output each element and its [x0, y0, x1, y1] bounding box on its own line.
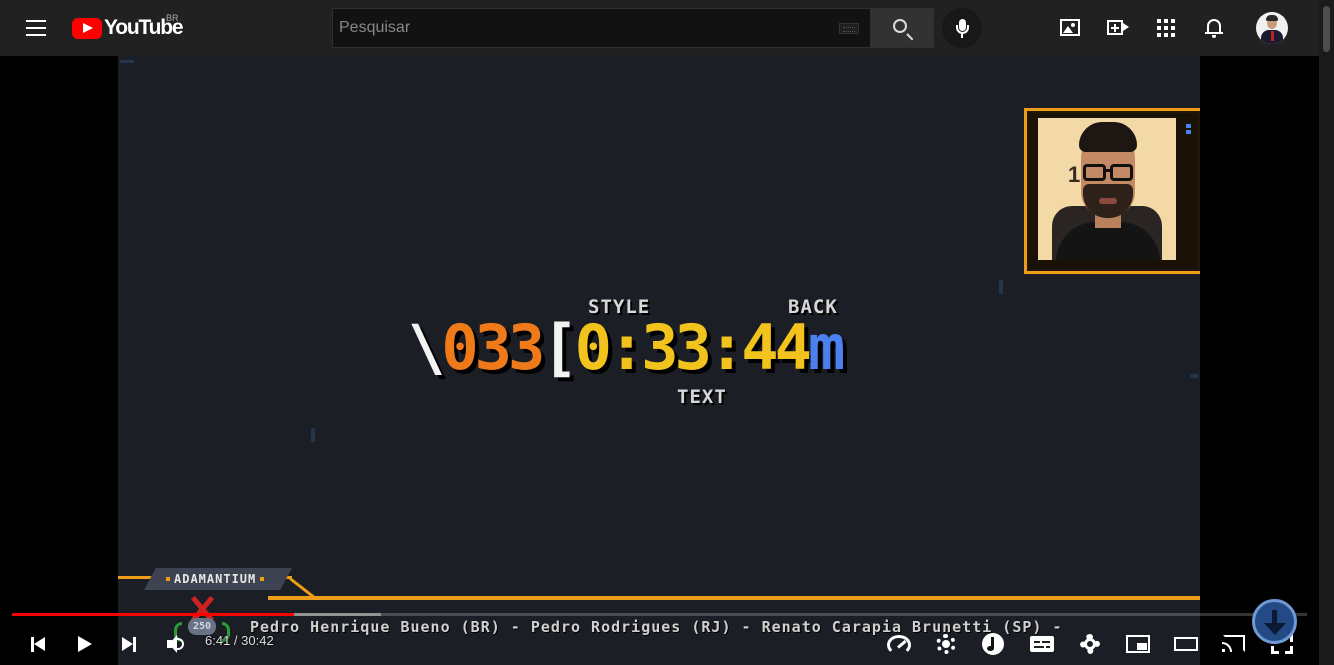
hud-glyph — [311, 428, 315, 442]
menu-icon[interactable] — [16, 16, 56, 40]
apps-icon[interactable] — [1154, 16, 1178, 40]
search-input[interactable] — [333, 9, 823, 47]
mic-icon-stem — [961, 34, 963, 38]
next-button[interactable] — [112, 628, 144, 660]
next-icon — [122, 637, 133, 651]
theater-button[interactable] — [1170, 628, 1202, 660]
page-scrollbar-thumb[interactable] — [1323, 6, 1330, 52]
download-arrow-icon[interactable] — [1252, 599, 1297, 644]
volume-button[interactable] — [160, 628, 192, 660]
create-video-icon[interactable] — [1106, 16, 1130, 40]
overlay-counter-slash: \ — [408, 311, 445, 384]
overlay-counter-style: 033 — [441, 311, 545, 384]
settings-button[interactable] — [1074, 628, 1106, 660]
time-display: 6:41 / 30:42 — [205, 633, 274, 648]
overlay-counter-unit: m — [807, 311, 845, 384]
avatar[interactable] — [1256, 12, 1288, 44]
play-icon — [78, 636, 92, 652]
voice-search-button[interactable] — [942, 8, 982, 48]
search-icon-handle — [906, 33, 914, 41]
theater-icon — [1174, 637, 1198, 651]
search-button[interactable] — [870, 8, 934, 48]
previous-button[interactable] — [22, 628, 54, 660]
cast-button[interactable] — [1218, 628, 1250, 660]
speed-button[interactable] — [882, 628, 914, 660]
progress-played — [12, 613, 295, 616]
search-box — [332, 8, 871, 48]
video-player[interactable]: STYLE BACK \ 033 [ 0:33:44 m TEXT 1 t — [0, 56, 1319, 665]
hud-line — [268, 596, 1200, 600]
play-button[interactable] — [68, 628, 100, 660]
youtube-play-logo-icon — [72, 17, 102, 39]
autoplay-button[interactable] — [930, 628, 962, 660]
top-bar: YouTube BR — [0, 0, 1334, 56]
overlay-counter: \ 033 [ 0:33:44 m — [408, 311, 845, 384]
bell-icon[interactable] — [1202, 16, 1226, 40]
miniplayer-button[interactable] — [1122, 628, 1154, 660]
video-frame[interactable]: STYLE BACK \ 033 [ 0:33:44 m TEXT 1 t — [118, 56, 1200, 665]
overlay-counter-bracket: [ — [541, 311, 578, 384]
image-icon[interactable] — [1058, 16, 1082, 40]
region-label: BR — [166, 13, 179, 23]
music-button[interactable] — [978, 628, 1010, 660]
hud-glyph — [120, 60, 134, 63]
progress-bar[interactable] — [12, 613, 1307, 616]
mic-icon-cup — [956, 25, 969, 34]
overlay-label-text: TEXT — [677, 386, 727, 408]
webcam-feed: 1 t — [1038, 118, 1176, 260]
subtitles-button[interactable] — [1026, 628, 1058, 660]
search-icon — [893, 19, 907, 33]
page-scrollbar[interactable] — [1319, 0, 1334, 665]
hud-glyph — [1190, 374, 1198, 378]
webcam-frame-dots — [1186, 124, 1191, 136]
hud-glyph — [999, 280, 1003, 294]
subtitles-icon — [1030, 636, 1054, 652]
keyboard-icon[interactable] — [839, 23, 859, 34]
overlay-counter-time: 0:33:44 — [574, 311, 812, 384]
rank-label: ADAMANTIUM — [162, 572, 268, 586]
